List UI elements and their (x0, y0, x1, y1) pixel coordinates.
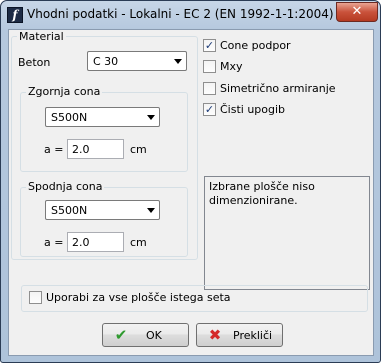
dialog-content: Material Beton C 30 Zgornja cona S500N a… (8, 29, 374, 356)
cone-podpor-checkbox[interactable]: ✓ (203, 39, 216, 52)
chevron-down-icon (174, 59, 182, 64)
ok-button[interactable]: ✔ OK (102, 323, 189, 347)
chevron-down-icon (147, 115, 155, 120)
close-button[interactable]: ✕ (336, 2, 378, 22)
cancel-button[interactable]: ✖ Prekliči (196, 323, 283, 347)
cancel-button-label: Prekliči (233, 329, 273, 342)
uporabi-za-vse-label[interactable]: Uporabi za vse plošče istega seta (46, 291, 231, 304)
cisti-upogib-label[interactable]: Čisti upogib (220, 103, 285, 116)
spodnja-steel-combo[interactable]: S500N (45, 200, 160, 220)
beton-label: Beton (18, 56, 51, 69)
spodnja-unit-label: cm (130, 236, 147, 249)
app-icon: f (7, 7, 23, 23)
material-group-label: Material (17, 30, 66, 43)
zgornja-a-input[interactable]: 2.0 (67, 139, 124, 159)
spodnja-a-label: a = (44, 236, 64, 249)
spodnja-cona-label: Spodnja cona (26, 180, 105, 193)
cisti-upogib-checkbox[interactable]: ✓ (203, 103, 216, 116)
zgornja-cona-group (20, 92, 188, 172)
mxy-checkbox[interactable] (203, 60, 216, 73)
zgornja-cona-label: Zgornja cona (26, 85, 103, 98)
window-title: Vhodni podatki - Lokalni - EC 2 (EN 1992… (27, 7, 334, 21)
zgornja-a-label: a = (44, 143, 64, 156)
spodnja-steel-value: S500N (51, 204, 88, 217)
chevron-down-icon (147, 208, 155, 213)
mxy-label[interactable]: Mxy (220, 60, 243, 73)
uporabi-za-vse-checkbox[interactable] (29, 291, 42, 304)
zgornja-steel-value: S500N (51, 111, 88, 124)
cone-podpor-label[interactable]: Cone podpor (220, 39, 291, 52)
beton-combo-value: C 30 (93, 55, 119, 68)
check-icon: ✔ (114, 326, 128, 344)
dialog-window: f Vhodni podatki - Lokalni - EC 2 (EN 19… (0, 0, 381, 363)
zgornja-unit-label: cm (130, 143, 147, 156)
cross-icon: ✖ (208, 326, 222, 344)
info-text-box: Izbrane plošče niso dimenzionirane. (204, 176, 370, 290)
spodnja-a-input[interactable]: 2.0 (67, 232, 124, 252)
zgornja-steel-combo[interactable]: S500N (45, 107, 160, 127)
beton-combo[interactable]: C 30 (87, 51, 187, 71)
title-bar[interactable]: f Vhodni podatki - Lokalni - EC 2 (EN 19… (1, 1, 380, 29)
simetricno-armiranje-label[interactable]: Simetrično armiranje (220, 82, 336, 95)
ok-button-label: OK (146, 329, 162, 342)
simetricno-armiranje-checkbox[interactable] (203, 82, 216, 95)
